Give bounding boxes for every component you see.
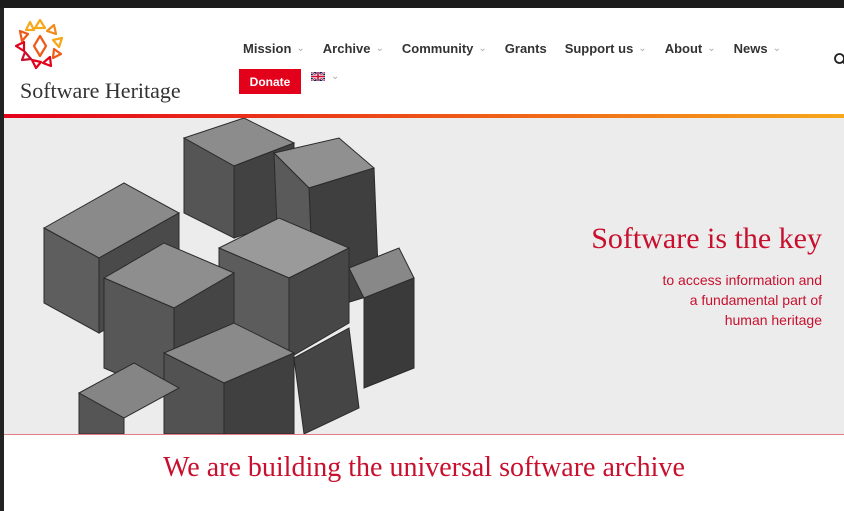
- hero-subtitle: to access information and a fundamental …: [662, 270, 822, 330]
- chevron-down-icon: ⌄: [478, 43, 487, 54]
- hero-headline: Software is the key: [591, 222, 822, 255]
- chevron-down-icon: ⌄: [375, 43, 384, 54]
- hero-subtitle-line: human heritage: [724, 312, 822, 328]
- nav-item-archive[interactable]: Archive ⌄: [323, 41, 384, 56]
- hero-banner: Software is the key to access informatio…: [4, 118, 844, 434]
- nav-item-mission[interactable]: Mission ⌄: [243, 41, 305, 56]
- site-title[interactable]: Software Heritage: [20, 78, 181, 104]
- chevron-down-icon: ⌄: [331, 71, 340, 82]
- software-heritage-logo-icon[interactable]: [10, 16, 70, 76]
- search-icon[interactable]: [833, 52, 844, 68]
- main-nav: Mission ⌄ Archive ⌄ Community ⌄ Grants S…: [243, 41, 799, 56]
- wooden-puzzle-image: [42, 118, 415, 434]
- language-selector[interactable]: ⌄: [311, 71, 339, 82]
- nav-item-label: Archive: [322, 41, 371, 56]
- nav-item-grants[interactable]: Grants: [505, 41, 547, 56]
- chevron-down-icon: ⌄: [772, 43, 781, 54]
- nav-item-label: Support us: [564, 41, 634, 56]
- browser-top-bar: [0, 0, 844, 8]
- section-title: We are building the universal software a…: [163, 452, 685, 483]
- nav-item-label: About: [664, 41, 703, 56]
- hero-subtitle-line: a fundamental part of: [689, 292, 822, 308]
- site-header: Software Heritage Mission ⌄ Archive ⌄ Co…: [4, 8, 844, 114]
- hero-bottom-line: [4, 434, 844, 435]
- nav-item-news[interactable]: News ⌄: [734, 41, 781, 56]
- uk-flag-icon: [311, 72, 325, 81]
- chevron-down-icon: ⌄: [296, 43, 305, 54]
- donate-button[interactable]: Donate: [239, 69, 301, 94]
- nav-item-label: Grants: [504, 41, 547, 56]
- nav-item-label: Mission: [243, 41, 292, 56]
- chevron-down-icon: ⌄: [707, 43, 716, 54]
- nav-item-support-us[interactable]: Support us ⌄: [565, 41, 647, 56]
- nav-item-about[interactable]: About ⌄: [665, 41, 716, 56]
- nav-item-community[interactable]: Community ⌄: [402, 41, 487, 56]
- chevron-down-icon: ⌄: [638, 43, 647, 54]
- nav-item-label: Community: [401, 41, 474, 56]
- nav-item-label: News: [733, 41, 768, 56]
- hero-subtitle-line: to access information and: [662, 272, 822, 288]
